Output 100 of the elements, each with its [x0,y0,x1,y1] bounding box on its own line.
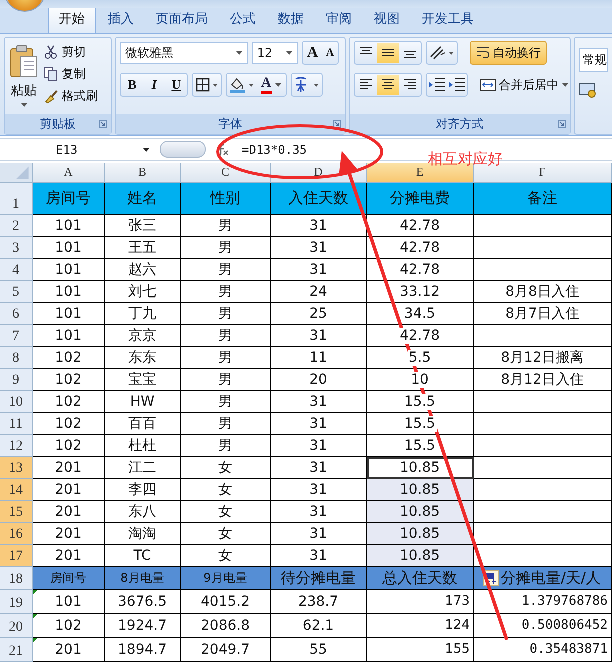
number-format-field[interactable]: 常规 [579,48,608,72]
table-cell: 102 [33,347,105,369]
grow-font-button[interactable]: A [303,43,322,63]
clipboard-icon [9,45,39,79]
header-cell: 待分摊电量 [271,567,367,590]
resize-handle[interactable] [160,141,206,158]
table-cell: 101 [33,325,105,347]
group-title: 剪贴板 [40,116,76,132]
row-number[interactable]: 1 [0,183,33,215]
ribbon-tab[interactable]: 公式 [220,6,266,33]
table-cell: 201 [33,545,105,567]
table-cell: 男 [181,281,271,303]
row-number[interactable]: 4 [0,259,33,281]
row-number[interactable]: 11 [0,413,33,435]
row-number[interactable]: 21 [0,638,33,662]
row-number[interactable]: 12 [0,435,33,457]
table-cell: 男 [181,347,271,369]
table-cell: 女 [181,545,271,567]
font-size-field[interactable]: 12 [252,42,298,64]
currency-icon [579,82,597,98]
underline-button[interactable]: U [165,75,188,95]
align-button[interactable] [377,75,399,95]
shrink-font-button[interactable]: A [322,43,338,63]
table-cell: 男 [181,369,271,391]
copy-icon [44,67,58,82]
column-header[interactable]: B [105,163,181,183]
table-cell: 1.379768786 [474,590,612,614]
align-button[interactable] [377,43,399,63]
table-cell: 42.78 [367,215,474,237]
row-number[interactable]: 9 [0,369,33,391]
table-cell: 155 [367,638,474,662]
table-cell: 1894.7 [105,638,181,662]
font-name-field[interactable]: 微软雅黑 [120,42,248,64]
launcher-icon [99,120,108,128]
ribbon-tab[interactable]: 审阅 [316,6,362,33]
clipboard-action[interactable]: 剪切 [44,44,98,61]
row-number[interactable]: 13 [0,457,33,479]
row-number[interactable]: 3 [0,237,33,259]
dropdown-arrow-icon [562,83,569,87]
table-cell: 女 [181,457,271,479]
table-cell: 8月12日搬离 [474,347,612,369]
column-header[interactable]: C [181,163,271,183]
ribbon-tab[interactable]: 开发工具 [412,6,484,33]
paste-button[interactable]: 粘贴 [9,41,39,111]
table-cell: 102 [33,369,105,391]
ribbon-tab[interactable]: 插入 [98,6,144,33]
table-cell: 2049.7 [181,638,271,662]
name-box[interactable]: E13 [0,140,156,159]
table-cell: 24 [271,281,367,303]
table-cell: 31 [271,391,367,413]
table-cell: 31 [271,435,367,457]
bold-button[interactable]: B [121,75,144,95]
table-cell: 10.85 [367,457,474,479]
table-cell: 11 [271,347,367,369]
table-cell: 15.5 [367,391,474,413]
table-cell: 4015.2 [181,590,271,614]
row-number[interactable]: 18 [0,567,33,590]
row-number[interactable]: 7 [0,325,33,347]
table-cell: 男 [181,325,271,347]
table-cell: 15.5 [367,413,474,435]
row-number[interactable]: 15 [0,501,33,523]
table-cell: 201 [33,501,105,523]
ribbon-tab[interactable]: 视图 [364,6,410,33]
row-number[interactable]: 10 [0,391,33,413]
header-cell: 入住天数 [271,183,367,215]
ribbon-tab[interactable]: 页面布局 [146,6,218,33]
table-cell: 男 [181,259,271,281]
dropdown-arrow-icon [20,103,28,107]
ribbon-tab[interactable]: 数据 [268,6,314,33]
row-number[interactable]: 2 [0,215,33,237]
row-number[interactable]: 17 [0,545,33,567]
table-cell: 173 [367,590,474,614]
table-cell: 15.5 [367,435,474,457]
table-cell: 0.35483871 [474,638,612,662]
clipboard-action[interactable]: 复制 [44,66,98,83]
header-cell: 8月电量 [105,567,181,590]
clipboard-action[interactable]: 格式刷 [44,88,98,105]
row-number[interactable]: 16 [0,523,33,545]
row-number[interactable]: 19 [0,590,33,614]
table-cell: HW [105,391,181,413]
table-cell: 百百 [105,413,181,435]
table-cell: 102 [33,435,105,457]
table-cell: 赵六 [105,259,181,281]
row-number[interactable]: 8 [0,347,33,369]
table-cell: 5.5 [367,347,474,369]
wrap-text-button[interactable]: 自动换行 [470,41,547,65]
row-number[interactable]: 14 [0,479,33,501]
italic-button[interactable]: I [143,75,166,95]
table-cell: 201 [33,638,105,662]
table-cell: 31 [271,237,367,259]
table-cell: 8月12日入住 [474,369,612,391]
merge-center-button[interactable]: 合并后居中 [480,76,569,94]
row-number[interactable]: 6 [0,303,33,325]
table-cell: 8月8日入住 [474,281,612,303]
row-number[interactable]: 5 [0,281,33,303]
column-header[interactable]: A [33,163,105,183]
decrease-indent-icon [427,76,447,94]
table-cell: 55 [271,638,367,662]
row-number[interactable]: 20 [0,614,33,638]
table-cell: 江二 [105,457,181,479]
